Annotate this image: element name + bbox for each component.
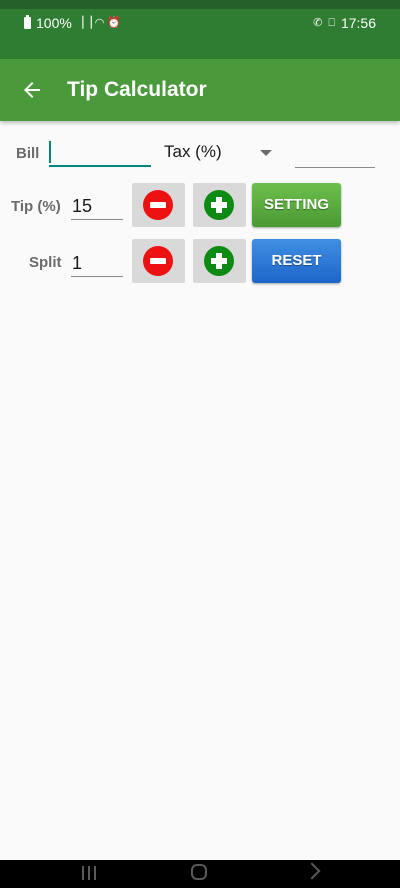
tax-select-label: Tax (%) (164, 142, 222, 161)
battery-icon (24, 15, 31, 29)
plus-icon (204, 190, 234, 220)
dropdown-arrow-icon (260, 150, 272, 156)
tax-input[interactable] (295, 141, 375, 168)
battery-level: 100% (36, 15, 72, 31)
plus-icon (204, 246, 234, 276)
split-label: Split (29, 254, 62, 271)
text-cursor (49, 141, 51, 163)
nav-back-icon[interactable] (303, 862, 321, 880)
whatsapp-icon: ✆ (313, 16, 323, 29)
recents-icon[interactable] (82, 866, 98, 880)
split-increment-button[interactable] (193, 239, 246, 283)
minus-icon (143, 246, 173, 276)
back-arrow-icon[interactable] (20, 78, 44, 102)
signal-icon: ▕▕ (74, 16, 92, 29)
wifi-icon: ◠ (94, 16, 105, 29)
reset-button[interactable]: RESET (252, 239, 341, 283)
setting-button[interactable]: SETTING (252, 183, 341, 227)
navigation-bar (0, 860, 400, 888)
status-time: 17:56 (340, 15, 376, 31)
home-icon[interactable] (191, 864, 207, 880)
tip-decrement-button[interactable] (132, 183, 185, 227)
page-title: Tip Calculator (67, 78, 207, 101)
status-bar-band (0, 0, 400, 9)
status-right: ✆ ⎕ 17:56 (313, 14, 376, 32)
tip-increment-button[interactable] (193, 183, 246, 227)
app-bar: Tip Calculator (0, 59, 400, 121)
tip-input[interactable]: 15 (71, 193, 123, 220)
minus-icon (143, 190, 173, 220)
status-bar: 100% ▕▕ ◠ ⏰ ✆ ⎕ 17:56 (0, 0, 400, 59)
bill-label: Bill (16, 145, 40, 162)
split-input[interactable]: 1 (71, 250, 123, 277)
alarm-icon: ⏰ (107, 16, 122, 29)
bill-input[interactable] (49, 139, 151, 167)
laptop-icon: ⎕ (328, 16, 335, 29)
tip-label: Tip (%) (11, 198, 61, 215)
status-left: 100% ▕▕ ◠ ⏰ (24, 14, 121, 32)
split-decrement-button[interactable] (132, 239, 185, 283)
tax-select[interactable]: Tax (%) (164, 142, 274, 164)
